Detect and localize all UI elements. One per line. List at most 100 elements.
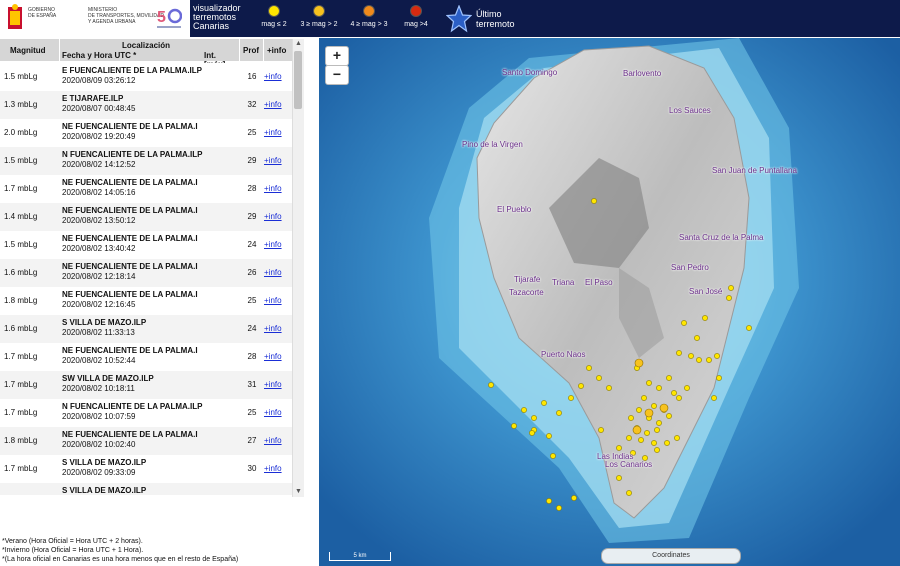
earthquake-marker[interactable] — [666, 375, 672, 381]
earthquake-marker[interactable] — [676, 350, 682, 356]
info-link[interactable]: +info — [264, 464, 282, 473]
earthquake-marker[interactable] — [674, 435, 680, 441]
info-link[interactable]: +info — [264, 212, 282, 221]
earthquake-marker[interactable] — [541, 400, 547, 406]
header-magnitude[interactable]: Magnitud — [0, 39, 60, 61]
scrollbar-thumb[interactable] — [294, 51, 302, 109]
earthquake-marker[interactable] — [694, 335, 700, 341]
last-earthquake-button[interactable]: Último terremoto — [446, 3, 526, 35]
table-row[interactable]: 1.5 mbLg N FUENCALIENTE DE LA PALMA.ILP 2… — [0, 147, 292, 176]
table-row[interactable]: 1.7 mbLg NE FUENCALIENTE DE LA PALMA.I 20… — [0, 343, 292, 372]
info-link[interactable]: +info — [264, 380, 282, 389]
earthquake-marker[interactable] — [568, 395, 574, 401]
info-link[interactable]: +info — [264, 436, 282, 445]
earthquake-marker-large[interactable] — [659, 403, 669, 413]
scroll-down-icon[interactable]: ▼ — [294, 487, 303, 497]
table-row[interactable]: 1.7 mbLg NE FUENCALIENTE DE LA PALMA.I 20… — [0, 175, 292, 204]
info-link[interactable]: +info — [264, 268, 282, 277]
map-view[interactable]: + − Santo Domingo Barlovento Los Sauces … — [319, 38, 900, 566]
table-row[interactable]: S VILLA DE MAZO.ILP — [0, 483, 292, 495]
info-link[interactable]: +info — [264, 184, 282, 193]
earthquake-marker[interactable] — [571, 495, 577, 501]
earthquake-marker[interactable] — [529, 430, 535, 436]
header-depth[interactable]: Prof — [240, 39, 264, 61]
table-row[interactable]: 1.6 mbLg NE FUENCALIENTE DE LA PALMA.I 20… — [0, 259, 292, 288]
earthquake-marker[interactable] — [651, 403, 657, 409]
earthquake-marker[interactable] — [531, 415, 537, 421]
info-link[interactable]: +info — [264, 352, 282, 361]
table-row[interactable]: 2.0 mbLg NE FUENCALIENTE DE LA PALMA.I 20… — [0, 119, 292, 148]
earthquake-marker[interactable] — [702, 315, 708, 321]
info-link[interactable]: +info — [264, 100, 282, 109]
earthquake-marker[interactable] — [591, 198, 597, 204]
info-link[interactable]: +info — [264, 240, 282, 249]
earthquake-marker[interactable] — [716, 375, 722, 381]
earthquake-marker[interactable] — [598, 427, 604, 433]
earthquake-marker[interactable] — [656, 385, 662, 391]
earthquake-marker[interactable] — [746, 325, 752, 331]
table-scrollbar[interactable]: ▲ ▼ — [292, 39, 304, 497]
earthquake-marker[interactable] — [550, 453, 556, 459]
coordinates-box[interactable]: Coordinates — [601, 548, 741, 564]
table-row[interactable]: 1.7 mbLg SW VILLA DE MAZO.ILP 2020/08/02 … — [0, 371, 292, 400]
earthquake-marker[interactable] — [684, 385, 690, 391]
table-row[interactable]: 1.7 mbLg N FUENCALIENTE DE LA PALMA.ILP 2… — [0, 399, 292, 428]
earthquake-marker[interactable] — [556, 410, 562, 416]
info-link[interactable]: +info — [264, 296, 282, 305]
table-row[interactable]: 1.4 mbLg NE FUENCALIENTE DE LA PALMA.I 20… — [0, 203, 292, 232]
earthquake-marker[interactable] — [728, 285, 734, 291]
earthquake-marker[interactable] — [651, 440, 657, 446]
earthquake-marker[interactable] — [616, 475, 622, 481]
earthquake-marker[interactable] — [644, 430, 650, 436]
table-row[interactable]: 1.8 mbLg NE FUENCALIENTE DE LA PALMA.I 20… — [0, 287, 292, 316]
earthquake-marker-large[interactable] — [644, 408, 654, 418]
earthquake-marker[interactable] — [488, 382, 494, 388]
map-canvas[interactable] — [319, 38, 900, 566]
earthquake-marker[interactable] — [521, 407, 527, 413]
earthquake-marker[interactable] — [714, 353, 720, 359]
table-row[interactable]: 1.3 mbLg E TIJARAFE.ILP 2020/08/07 00:48:… — [0, 91, 292, 120]
earthquake-marker[interactable] — [726, 295, 732, 301]
earthquake-marker[interactable] — [638, 437, 644, 443]
earthquake-marker[interactable] — [666, 413, 672, 419]
earthquake-marker-large[interactable] — [634, 358, 644, 368]
earthquake-marker[interactable] — [646, 380, 652, 386]
table-row[interactable]: 1.8 mbLg NE FUENCALIENTE DE LA PALMA.I 20… — [0, 427, 292, 456]
earthquake-marker[interactable] — [556, 505, 562, 511]
earthquake-marker[interactable] — [654, 427, 660, 433]
earthquake-marker[interactable] — [671, 390, 677, 396]
info-link[interactable]: +info — [264, 408, 282, 417]
earthquake-marker[interactable] — [688, 353, 694, 359]
earthquake-marker[interactable] — [676, 395, 682, 401]
earthquake-marker[interactable] — [628, 415, 634, 421]
earthquake-marker[interactable] — [696, 357, 702, 363]
earthquake-marker[interactable] — [626, 435, 632, 441]
earthquake-marker[interactable] — [681, 320, 687, 326]
earthquake-marker[interactable] — [578, 383, 584, 389]
earthquake-marker[interactable] — [596, 375, 602, 381]
table-row[interactable]: 1.7 mbLg S VILLA DE MAZO.ILP 2020/08/02 0… — [0, 455, 292, 484]
earthquake-marker[interactable] — [546, 498, 552, 504]
header-location[interactable]: Localización Fecha y Hora UTC * Int. [má… — [60, 39, 240, 69]
earthquake-marker[interactable] — [586, 365, 592, 371]
earthquake-marker[interactable] — [711, 395, 717, 401]
earthquake-marker[interactable] — [664, 440, 670, 446]
earthquake-marker[interactable] — [641, 395, 647, 401]
table-row[interactable]: 1.5 mbLg NE FUENCALIENTE DE LA PALMA.I 20… — [0, 231, 292, 260]
earthquake-marker[interactable] — [511, 423, 517, 429]
info-link[interactable]: +info — [264, 324, 282, 333]
earthquake-marker[interactable] — [656, 420, 662, 426]
table-row[interactable]: 1.6 mbLg S VILLA DE MAZO.ILP 2020/08/02 1… — [0, 315, 292, 344]
earthquake-marker[interactable] — [706, 357, 712, 363]
info-link[interactable]: +info — [264, 156, 282, 165]
earthquake-marker[interactable] — [654, 447, 660, 453]
earthquake-marker-large[interactable] — [632, 425, 642, 435]
earthquake-marker[interactable] — [616, 445, 622, 451]
info-link[interactable]: +info — [264, 128, 282, 137]
table-row[interactable]: 1.5 mbLg E FUENCALIENTE DE LA PALMA.ILP 2… — [0, 63, 292, 92]
earthquake-marker[interactable] — [606, 385, 612, 391]
scroll-up-icon[interactable]: ▲ — [294, 39, 303, 49]
info-link[interactable]: +info — [264, 72, 282, 81]
earthquake-marker[interactable] — [626, 490, 632, 496]
zoom-in-button[interactable]: + — [325, 46, 349, 66]
